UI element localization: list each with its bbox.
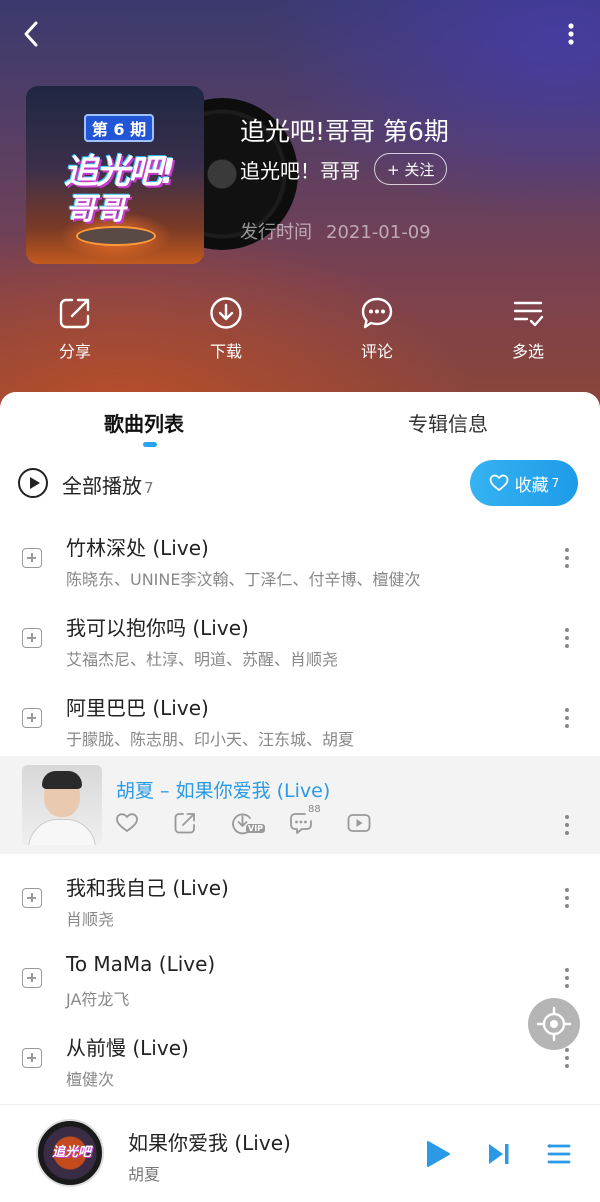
play-all-count: 7 bbox=[144, 479, 154, 497]
cover-brand-line2: 哥哥 bbox=[66, 192, 126, 227]
song-more-icon[interactable] bbox=[556, 544, 578, 574]
share-label: 分享 bbox=[58, 342, 91, 361]
now-playing-row[interactable]: 胡夏 – 如果你爱我 (Live) VIP 88 bbox=[0, 756, 600, 854]
download-icon bbox=[210, 297, 242, 329]
more-vertical-icon bbox=[568, 23, 574, 45]
download-label: 下载 bbox=[209, 342, 242, 361]
action-row: 分享 下载 评论 多选 bbox=[0, 296, 600, 376]
song-title: 竹林深处 (Live) bbox=[66, 536, 209, 560]
add-to-playlist-icon[interactable] bbox=[22, 888, 42, 908]
play-all-button[interactable]: 全部播放 7 bbox=[62, 470, 154, 499]
release-info: 发行时间 2021-01-09 bbox=[240, 218, 431, 244]
collect-count: 7 bbox=[551, 476, 560, 490]
song-artists: JA符龙飞 bbox=[66, 990, 130, 1009]
song-more-icon[interactable] bbox=[556, 624, 578, 654]
follow-button[interactable]: + 关注 bbox=[374, 153, 448, 185]
song-artists: 陈晓东、UNINE李汶翰、丁泽仁、付辛博、檀健次 bbox=[66, 570, 421, 589]
play-video-icon[interactable] bbox=[346, 810, 372, 836]
play-all-icon[interactable] bbox=[18, 468, 48, 498]
song-more-icon[interactable] bbox=[556, 964, 578, 994]
add-to-playlist-icon[interactable] bbox=[22, 628, 42, 648]
more-options-button[interactable] bbox=[556, 16, 586, 52]
multi-select-button[interactable]: 多选 bbox=[483, 296, 573, 362]
song-artists: 檀健次 bbox=[66, 1070, 115, 1089]
song-title: To MaMa (Live) bbox=[66, 952, 216, 976]
list-item[interactable]: 我可以抱你吗 (Live) 艾福杰尼、杜淳、明道、苏醒、肖顺尧 bbox=[0, 598, 600, 678]
like-icon[interactable] bbox=[114, 810, 140, 836]
song-title: 阿里巴巴 (Live) bbox=[66, 696, 209, 720]
multi-select-icon bbox=[513, 301, 544, 327]
player-disc-text: 追光吧 bbox=[52, 1145, 92, 1160]
next-track-button[interactable] bbox=[486, 1139, 512, 1169]
playlist-queue-button[interactable] bbox=[546, 1139, 572, 1169]
comment-button[interactable]: 评论 bbox=[332, 296, 422, 362]
tab-album-info[interactable]: 专辑信息 bbox=[408, 408, 488, 437]
song-artists: 艾福杰尼、杜淳、明道、苏醒、肖顺尧 bbox=[66, 650, 339, 669]
back-button[interactable] bbox=[14, 16, 50, 52]
back-icon bbox=[24, 21, 38, 47]
cover-episode-badge: 第 6 期 bbox=[84, 114, 154, 142]
tab-song-list[interactable]: 歌曲列表 bbox=[104, 408, 184, 437]
song-more-icon[interactable] bbox=[556, 811, 578, 841]
player-cover-disc[interactable]: 追光吧 bbox=[36, 1119, 104, 1187]
comment-icon bbox=[361, 297, 393, 329]
multi-select-label: 多选 bbox=[511, 342, 544, 361]
release-label: 发行时间 bbox=[240, 222, 312, 243]
play-button[interactable] bbox=[424, 1139, 452, 1169]
locate-icon bbox=[536, 1006, 572, 1042]
comment-label: 评论 bbox=[360, 342, 393, 361]
album-artist-link[interactable]: 追光吧！哥哥 bbox=[240, 155, 360, 184]
album-title: 追光吧!哥哥 第6期 bbox=[240, 117, 449, 146]
album-cover-area[interactable]: 第 6 期 追光吧! 哥哥 bbox=[26, 86, 298, 264]
song-sheet: 歌曲列表 专辑信息 全部播放 7 收藏 7 竹林深处 (Live) 陈晓东、UNIN… bbox=[0, 392, 600, 1122]
song-share-icon[interactable] bbox=[172, 810, 198, 836]
album-cover: 第 6 期 追光吧! 哥哥 bbox=[26, 86, 204, 264]
add-to-playlist-icon[interactable] bbox=[22, 1048, 42, 1068]
add-to-playlist-icon[interactable] bbox=[22, 548, 42, 568]
player-song-title: 如果你爱我 (Live) bbox=[128, 1131, 291, 1155]
list-item[interactable]: To MaMa (Live) JA符龙飞 bbox=[0, 938, 600, 1018]
song-title: 我和我自己 (Live) bbox=[66, 876, 229, 900]
list-item[interactable]: 从前慢 (Live) 檀健次 bbox=[0, 1018, 600, 1098]
song-title: 从前慢 (Live) bbox=[66, 1036, 189, 1060]
play-all-row: 全部播放 7 收藏 7 bbox=[0, 458, 600, 508]
play-all-label: 全部播放 bbox=[62, 474, 142, 498]
heart-icon bbox=[489, 474, 509, 491]
song-title: 我可以抱你吗 (Live) bbox=[66, 616, 249, 640]
locate-current-song-button[interactable] bbox=[528, 998, 580, 1050]
singer-thumbnail bbox=[22, 765, 102, 845]
release-date: 2021-01-09 bbox=[326, 222, 431, 243]
song-more-icon[interactable] bbox=[556, 884, 578, 914]
song-more-icon[interactable] bbox=[556, 704, 578, 734]
share-button[interactable]: 分享 bbox=[30, 296, 120, 362]
cover-stage bbox=[76, 226, 156, 246]
list-item[interactable]: 阿里巴巴 (Live) 于朦胧、陈志朋、印小天、汪东城、胡夏 bbox=[0, 678, 600, 758]
player-artist: 胡夏 bbox=[128, 1165, 161, 1184]
list-item[interactable]: 我和我自己 (Live) 肖顺尧 bbox=[0, 858, 600, 938]
now-playing-title: 胡夏 – 如果你爱我 (Live) bbox=[116, 780, 331, 802]
tab-indicator bbox=[143, 442, 157, 447]
artist-row: 追光吧！哥哥 + 关注 bbox=[240, 152, 448, 186]
tab-bar: 歌曲列表 专辑信息 bbox=[0, 392, 600, 452]
list-item[interactable]: 竹林深处 (Live) 陈晓东、UNINE李汶翰、丁泽仁、付辛博、檀健次 bbox=[0, 518, 600, 598]
add-to-playlist-icon[interactable] bbox=[22, 968, 42, 988]
collect-button[interactable]: 收藏 7 bbox=[470, 460, 578, 506]
download-button[interactable]: 下载 bbox=[181, 296, 271, 362]
collect-label: 收藏 bbox=[514, 475, 549, 496]
vip-badge: VIP bbox=[246, 824, 266, 833]
mini-player[interactable]: 追光吧 如果你爱我 (Live) 胡夏 bbox=[0, 1104, 600, 1202]
song-artists: 于朦胧、陈志朋、印小天、汪东城、胡夏 bbox=[66, 730, 355, 749]
comment-count: 88 bbox=[308, 804, 321, 815]
song-artists: 肖顺尧 bbox=[66, 910, 115, 929]
top-bar bbox=[0, 10, 600, 58]
add-to-playlist-icon[interactable] bbox=[22, 708, 42, 728]
share-icon bbox=[59, 298, 90, 329]
